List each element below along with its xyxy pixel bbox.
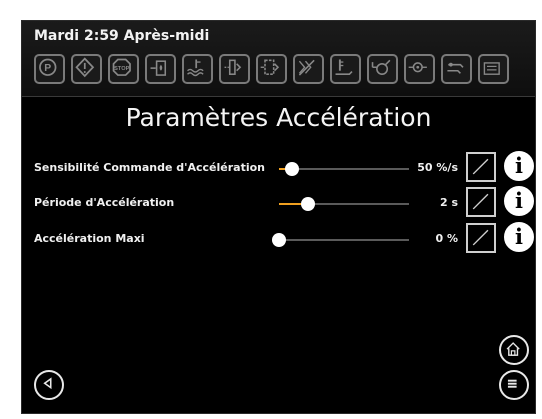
slash-icon (472, 158, 489, 175)
info-button[interactable]: i (504, 186, 534, 216)
setting-value: 0 % (435, 232, 458, 245)
date-time: Mardi 2:59 Après-midi (34, 28, 210, 44)
slash-icon (472, 193, 489, 210)
setting-label: Accélération Maxi (34, 232, 145, 245)
max-acceleration-slider[interactable] (272, 233, 409, 247)
throttle-sensitivity-slider[interactable] (279, 162, 409, 176)
info-button[interactable]: i (504, 151, 534, 181)
info-icon: i (515, 188, 523, 213)
setting-label: Période d'Accélération (34, 196, 175, 209)
warning-icon (71, 54, 102, 84)
acceleration-period-slider[interactable] (279, 197, 409, 211)
svg-text:STOP: STOP (114, 66, 129, 72)
display-screen: Mardi 2:59 Après-midi P STOP Paramètres … (21, 20, 536, 414)
edit-button[interactable] (466, 152, 496, 182)
back-arrow-icon (43, 377, 52, 390)
info-icon: i (515, 224, 523, 249)
slider-thumb[interactable] (272, 233, 286, 247)
air-filter-icon (219, 54, 250, 84)
hydraulic-icon (367, 54, 398, 84)
slider-thumb[interactable] (285, 162, 299, 176)
home-button[interactable] (499, 335, 529, 365)
setting-value: 2 s (439, 196, 458, 209)
exhaust-temp-icon (330, 54, 361, 84)
page-title: Paramètres Accélération (125, 103, 432, 132)
coolant-level-icon (182, 54, 213, 84)
info-button[interactable]: i (504, 222, 534, 252)
fuel-filter-icon (256, 54, 287, 84)
edit-button[interactable] (466, 187, 496, 217)
setting-value: 50 %/s (417, 161, 458, 174)
svg-text:P: P (44, 63, 51, 74)
edit-button[interactable] (466, 223, 496, 253)
stop-icon: STOP (108, 54, 139, 84)
slider-thumb[interactable] (300, 197, 315, 211)
oil-pressure-icon (404, 54, 435, 84)
setting-row-acceleration-period: Période d'Accélération 2 s i (22, 186, 535, 222)
slash-icon (472, 229, 489, 246)
menu-button[interactable] (499, 370, 529, 400)
battery-icon (478, 54, 509, 84)
home-icon (506, 342, 520, 356)
info-icon: i (515, 153, 523, 178)
fuel-water-icon (145, 54, 176, 84)
back-button[interactable] (34, 370, 64, 400)
setting-row-max-acceleration: Accélération Maxi 0 % i (22, 222, 535, 258)
temperature-icon (441, 54, 472, 84)
setting-row-throttle-sensitivity: Sensibilité Commande d'Accélération 50 %… (22, 151, 535, 187)
setting-label: Sensibilité Commande d'Accélération (34, 161, 265, 174)
filter-bypass-icon (293, 54, 324, 84)
menu-icon (507, 379, 517, 388)
parking-brake-icon: P (34, 54, 65, 84)
status-bar: Mardi 2:59 Après-midi P STOP (22, 21, 535, 97)
